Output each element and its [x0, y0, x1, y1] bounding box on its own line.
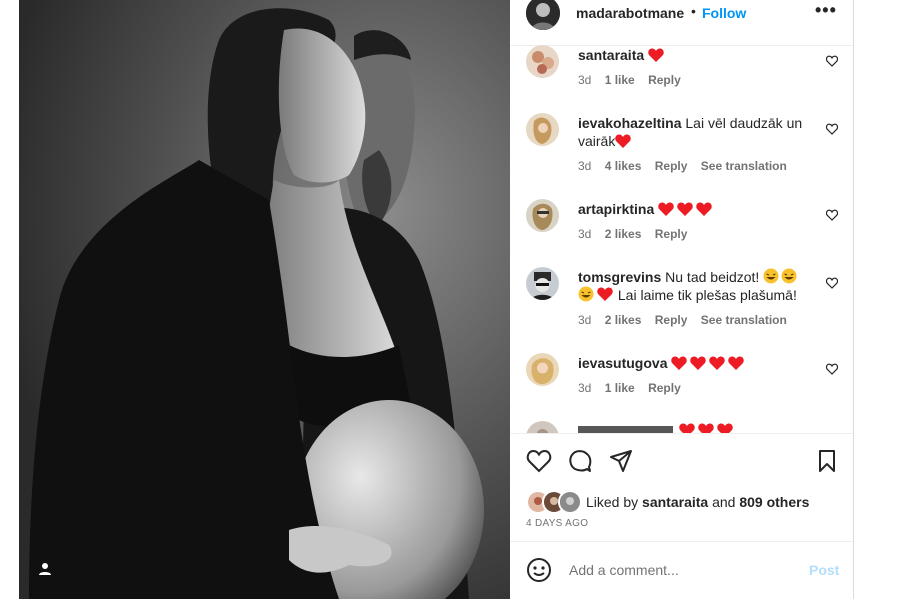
comment-likes[interactable]: 4 likes: [605, 159, 642, 173]
comment-text: ievasutugova: [578, 354, 808, 372]
red-hearts-icon: [671, 356, 745, 370]
post-comment-button[interactable]: Post: [809, 562, 839, 578]
like-comment-heart-icon[interactable]: [826, 55, 838, 67]
comment-username[interactable]: ievasutugova: [578, 355, 667, 371]
reply-button[interactable]: Reply: [655, 313, 688, 327]
comment-composer: Post: [510, 541, 853, 600]
save-bookmark-icon[interactable]: [814, 448, 840, 474]
commenter-avatar[interactable]: [526, 45, 559, 78]
comments-list[interactable]: santaraita 3d 1 like Reply ievakohazelti…: [510, 45, 853, 433]
commenter-avatar[interactable]: [526, 113, 559, 146]
post-header: madarabotmane • Follow •••: [510, 0, 853, 46]
comment-body-line2: Lai laime tik plešas plašumā!: [617, 287, 797, 303]
comment-bubble-icon[interactable]: [567, 448, 593, 474]
comment-text: tomsgrevins Nu tad beidzot! Lai laime ti…: [578, 268, 808, 304]
laughing-heart-emoji-icon: [578, 286, 613, 302]
comment-age: 3d: [578, 73, 592, 87]
comment-age: 3d: [578, 227, 592, 241]
reply-button[interactable]: Reply: [648, 381, 681, 395]
comment-likes[interactable]: 1 like: [605, 381, 635, 395]
liker-avatar: [558, 490, 582, 514]
comment-body: Nu tad beidzot!: [665, 269, 760, 285]
liked-by-text: Liked by santaraita and 809 others: [586, 494, 809, 510]
comment-meta: 3d 1 like Reply: [578, 73, 691, 87]
more-options-icon[interactable]: •••: [815, 0, 837, 21]
emoji-smile-icon[interactable]: [526, 557, 552, 583]
comment-age: 3d: [578, 159, 592, 173]
comment-likes[interactable]: 1 like: [605, 73, 635, 87]
page-background: [854, 0, 900, 599]
comment-meta: 3d 2 likes Reply: [578, 227, 697, 241]
liked-by-prefix: Liked by: [586, 494, 639, 510]
see-translation-link[interactable]: See translation: [701, 159, 787, 173]
truncated-comment: [578, 423, 733, 433]
comment-likes[interactable]: 2 likes: [605, 313, 642, 327]
post-time-ago[interactable]: 4 DAYS AGO: [526, 518, 588, 529]
comment-meta: 3d 1 like Reply: [578, 381, 691, 395]
commenter-avatar[interactable]: [526, 421, 559, 433]
comment-text: santaraita: [578, 46, 808, 64]
share-send-icon[interactable]: [608, 448, 634, 474]
comment-text: ievakohazeltina Lai vēl daudzāk un vairā…: [578, 114, 808, 150]
author-avatar[interactable]: [526, 0, 560, 30]
liked-by-conj: and: [712, 494, 736, 510]
like-comment-heart-icon[interactable]: [826, 277, 838, 289]
comment-username[interactable]: artapirktina: [578, 201, 654, 217]
comment-age: 3d: [578, 313, 592, 327]
comment-age: 3d: [578, 381, 592, 395]
liked-by-others[interactable]: 809 others: [739, 494, 809, 510]
red-heart-icon: [648, 48, 664, 62]
comment-meta: 3d 4 likes Reply See translation: [578, 159, 797, 173]
commenter-avatar[interactable]: [526, 267, 559, 300]
post-photo[interactable]: [19, 0, 510, 599]
user-tag-icon[interactable]: [37, 561, 53, 577]
reply-button[interactable]: Reply: [655, 159, 688, 173]
post-side-panel: madarabotmane • Follow ••• santaraita 3d…: [510, 0, 854, 599]
like-comment-heart-icon[interactable]: [826, 209, 838, 221]
see-translation-link[interactable]: See translation: [701, 313, 787, 327]
comment-username[interactable]: tomsgrevins: [578, 269, 661, 285]
laughing-emoji-icon: [763, 268, 797, 284]
author-username[interactable]: madarabotmane: [576, 5, 684, 21]
reply-button[interactable]: Reply: [655, 227, 688, 241]
comment-meta: 3d 2 likes Reply See translation: [578, 313, 797, 327]
liked-by-first-user[interactable]: santaraita: [642, 494, 708, 510]
comment-username[interactable]: ievakohazeltina: [578, 115, 682, 131]
separator-dot: •: [691, 3, 696, 19]
red-heart-icon: [615, 134, 632, 148]
red-hearts-icon: [658, 202, 712, 216]
comment-text: artapirktina: [578, 200, 808, 218]
comment-username[interactable]: santaraita: [578, 47, 644, 63]
post-actions: Liked by santaraita and 809 others 4 DAY…: [510, 433, 853, 542]
commenter-avatar[interactable]: [526, 353, 559, 386]
like-heart-icon[interactable]: [526, 448, 552, 474]
like-comment-heart-icon[interactable]: [826, 363, 838, 375]
commenter-avatar[interactable]: [526, 199, 559, 232]
couple-photo-image: [19, 0, 510, 599]
follow-button[interactable]: Follow: [702, 5, 746, 21]
reply-button[interactable]: Reply: [648, 73, 681, 87]
comment-likes[interactable]: 2 likes: [605, 227, 642, 241]
add-comment-input[interactable]: [567, 561, 801, 579]
like-comment-heart-icon[interactable]: [826, 123, 838, 135]
